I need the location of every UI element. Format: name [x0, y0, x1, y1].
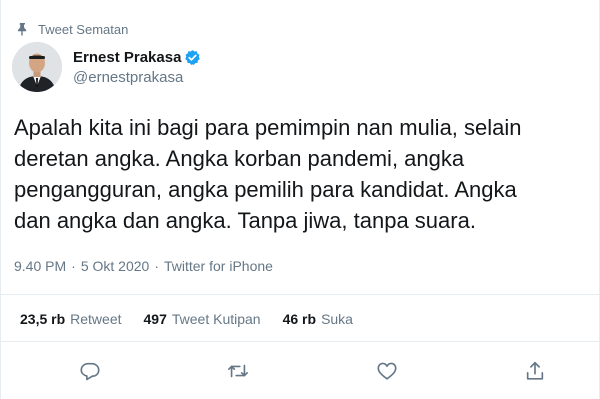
- tweet-date[interactable]: 5 Okt 2020: [81, 258, 150, 274]
- retweet-count: 23,5 rb: [20, 311, 66, 327]
- pinned-indicator: Tweet Sematan: [14, 21, 128, 37]
- like-button[interactable]: [375, 359, 399, 383]
- verified-badge-icon: [184, 49, 201, 66]
- reply-button[interactable]: [78, 359, 102, 383]
- tweet-stats: 23,5 rb Retweet 497 Tweet Kutipan 46 rb …: [20, 311, 375, 327]
- user-block: Ernest Prakasa @ernestprakasa: [73, 49, 201, 86]
- card-left-border: [0, 0, 1, 399]
- retweet-stat[interactable]: 23,5 rb Retweet: [20, 311, 122, 327]
- quote-tweet-label: Tweet Kutipan: [171, 311, 261, 327]
- divider: [0, 341, 600, 342]
- name-row: Ernest Prakasa: [73, 49, 201, 66]
- tweet-source[interactable]: Twitter for iPhone: [164, 258, 273, 274]
- retweet-icon: [228, 364, 248, 378]
- reply-icon: [80, 362, 100, 381]
- tweet-meta: 9.40 PM · 5 Okt 2020 · Twitter for iPhon…: [14, 258, 273, 274]
- divider: [0, 294, 600, 295]
- like-count: 46 rb: [282, 311, 317, 327]
- quote-tweet-stat[interactable]: 497 Tweet Kutipan: [144, 311, 261, 327]
- like-label: Suka: [321, 311, 353, 327]
- pinned-label: Tweet Sematan: [38, 21, 129, 37]
- like-icon: [377, 362, 397, 380]
- retweet-label: Retweet: [70, 311, 122, 327]
- tweet-time[interactable]: 9.40 PM: [14, 258, 66, 274]
- tweet-text: Apalah kita ini bagi para pemimpin nan m…: [14, 115, 522, 233]
- tweet-actions: [0, 359, 600, 383]
- avatar[interactable]: [12, 42, 62, 92]
- share-icon: [526, 361, 544, 380]
- meta-separator: ·: [71, 258, 76, 274]
- meta-separator: ·: [154, 258, 159, 274]
- tweet-author-header: Ernest Prakasa @ernestprakasa: [12, 42, 201, 92]
- retweet-button[interactable]: [226, 359, 250, 383]
- display-name[interactable]: Ernest Prakasa: [73, 49, 181, 66]
- pin-icon: [14, 21, 30, 37]
- user-handle[interactable]: @ernestprakasa: [73, 69, 201, 86]
- like-stat[interactable]: 46 rb Suka: [283, 311, 353, 327]
- quote-tweet-count: 497: [143, 311, 167, 327]
- share-button[interactable]: [523, 359, 547, 383]
